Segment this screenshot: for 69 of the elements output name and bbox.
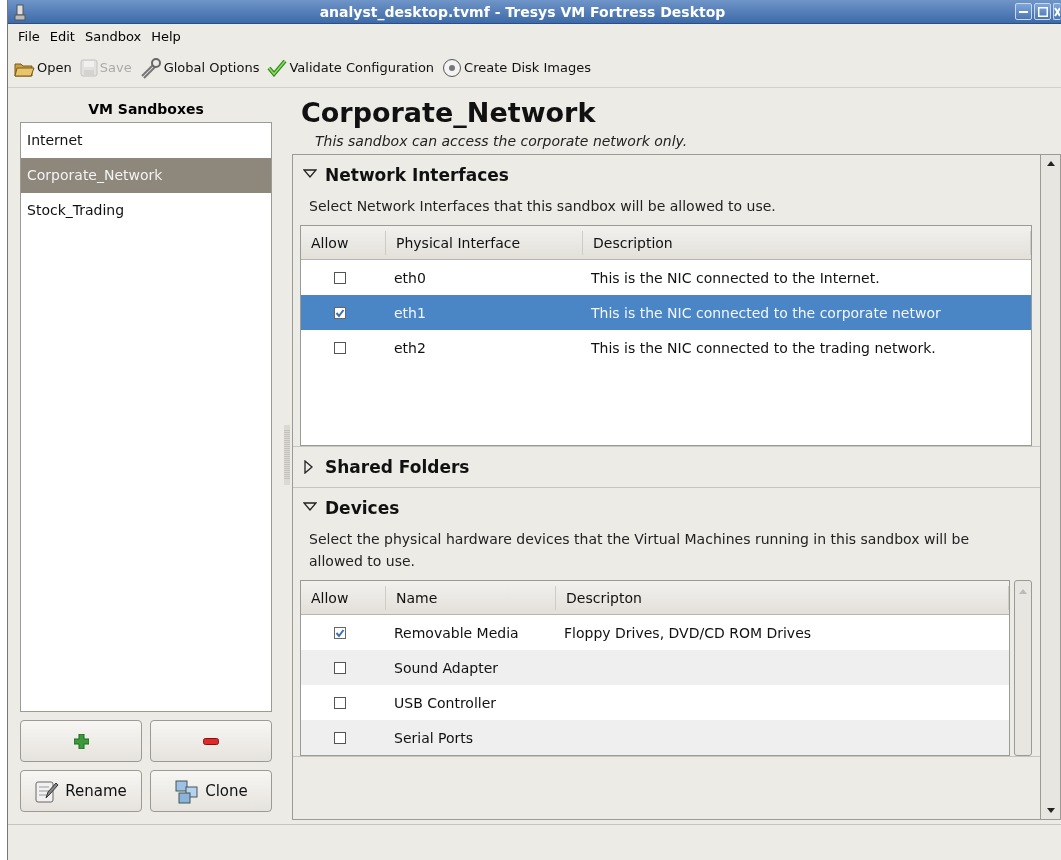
section-header[interactable]: Network Interfaces — [293, 155, 1040, 195]
section-header[interactable]: Devices — [293, 488, 1040, 528]
table-row[interactable]: Sound Adapter — [301, 650, 1009, 685]
cubes-icon — [174, 778, 200, 804]
checkbox[interactable] — [333, 626, 346, 639]
toolbar-button[interactable]: Open — [14, 58, 72, 77]
menu-item[interactable]: File — [13, 26, 45, 46]
column-header[interactable]: Allow — [301, 585, 386, 610]
close-icon — [1054, 6, 1060, 17]
toolbar-button[interactable]: Create Disk Images — [442, 57, 591, 78]
table-cell-text: eth0 — [393, 269, 427, 286]
app-icon — [12, 2, 28, 21]
minus-icon — [203, 737, 219, 745]
disc-icon — [442, 57, 463, 78]
column-header[interactable]: Description — [583, 230, 1031, 255]
close-button[interactable] — [1053, 3, 1061, 20]
sandbox-list-item[interactable]: Internet — [21, 123, 271, 158]
column-header[interactable]: Allow — [301, 230, 386, 255]
checkbox[interactable] — [333, 696, 346, 709]
sandbox-list-item[interactable]: Stock_Trading — [21, 193, 271, 228]
checkbox[interactable] — [333, 271, 346, 284]
table-row[interactable]: eth1 This is the NIC connected to the corporate networ — [301, 295, 1031, 330]
sandbox-title: Corporate_Network — [300, 96, 597, 130]
window-title: analyst_desktop.tvmf - Tresys VM Fortress Desktop — [318, 3, 727, 20]
checkbox[interactable] — [333, 661, 346, 674]
table-row[interactable]: Serial Ports — [301, 720, 1009, 755]
minimize-icon — [1019, 10, 1028, 13]
toolbar-button[interactable]: Validate Configuration — [267, 58, 435, 77]
remove-button[interactable] — [150, 720, 272, 762]
clone-button[interactable]: Clone — [150, 770, 272, 812]
menu-item[interactable]: Help — [146, 26, 186, 46]
checkbox[interactable] — [333, 341, 346, 354]
table-cell-text: Removable Media — [393, 624, 520, 641]
table-cell-text: eth2 — [393, 339, 427, 356]
add-button[interactable] — [20, 720, 142, 762]
column-header[interactable]: Descripton — [556, 585, 1009, 610]
section-description: Select Network Interfaces that this sandbox will be allowed to use. — [308, 197, 777, 216]
table-cell-text: eth1 — [393, 304, 427, 321]
panel-title: VM Sandboxes — [87, 100, 205, 119]
section-description: Select the physical hardware devices that the Virtual Machines running in this sandbox will be allowed to use. — [308, 530, 971, 571]
table-cell-text: Serial Ports — [393, 729, 475, 746]
section-header[interactable]: Shared Folders — [293, 447, 1040, 487]
table-cell-text: USB Controller — [393, 694, 498, 711]
toolbar-button[interactable]: Global Options — [139, 56, 260, 79]
scroll-down-icon[interactable] — [1045, 807, 1056, 815]
menu-item[interactable]: Sandbox — [79, 26, 147, 46]
table-cell-text: This is the NIC connected to the Internet. — [590, 269, 881, 286]
column-header[interactable]: Physical Interface — [386, 230, 583, 255]
table-cell-text: This is the NIC connected to the trading network. — [590, 339, 937, 356]
checkmark-icon — [267, 58, 288, 77]
table-cell-text: Floppy Drives, DVD/CD ROM Drives — [563, 624, 813, 641]
table-cell-text: Sound Adapter — [393, 659, 500, 676]
maximize-icon — [1037, 6, 1048, 17]
scrollbar[interactable] — [1014, 580, 1032, 756]
rename-button[interactable]: Rename — [20, 770, 142, 812]
menu-item[interactable]: Edit — [44, 26, 80, 46]
splitter-handle[interactable] — [284, 425, 290, 485]
column-header[interactable]: Name — [386, 585, 556, 610]
notepad-pencil-icon — [35, 779, 60, 803]
table-cell-text: This is the NIC connected to the corporate networ — [590, 304, 942, 321]
sandbox-subtitle: This sandbox can access the corporate network only. — [314, 132, 689, 151]
checkbox[interactable] — [333, 306, 346, 319]
minimize-button[interactable] — [1015, 3, 1032, 20]
scroll-up-icon[interactable] — [1045, 159, 1056, 167]
scrollbar[interactable] — [1040, 154, 1061, 820]
plus-icon — [73, 733, 89, 749]
maximize-button[interactable] — [1034, 3, 1051, 20]
wrench-icon — [139, 56, 162, 79]
checkbox[interactable] — [333, 731, 346, 744]
